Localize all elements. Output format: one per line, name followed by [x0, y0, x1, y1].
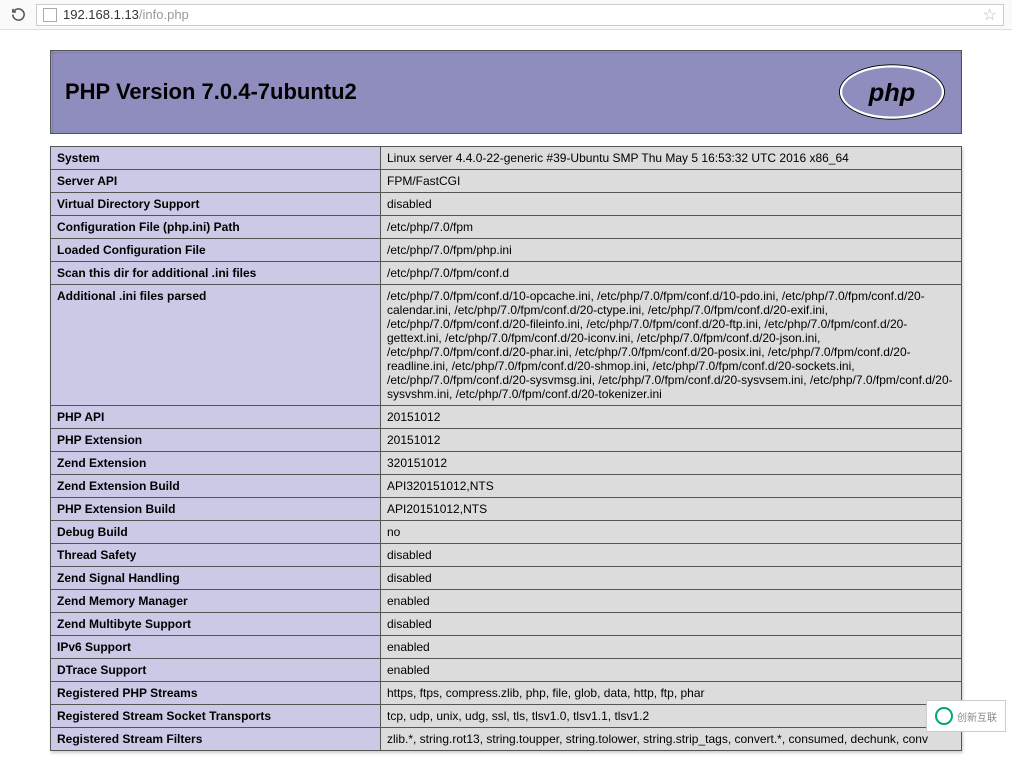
watermark-icon [935, 707, 953, 725]
row-value: Linux server 4.4.0-22-generic #39-Ubuntu… [381, 147, 962, 170]
row-value: API320151012,NTS [381, 475, 962, 498]
row-value: API20151012,NTS [381, 498, 962, 521]
watermark-badge: 创新互联 [926, 700, 1006, 732]
table-row: DTrace Supportenabled [51, 659, 962, 682]
row-key: Configuration File (php.ini) Path [51, 216, 381, 239]
row-key: PHP Extension Build [51, 498, 381, 521]
table-row: Zend Extension320151012 [51, 452, 962, 475]
table-row: Virtual Directory Supportdisabled [51, 193, 962, 216]
table-row: Loaded Configuration File/etc/php/7.0/fp… [51, 239, 962, 262]
table-row: Additional .ini files parsed/etc/php/7.0… [51, 285, 962, 406]
row-value: no [381, 521, 962, 544]
bookmark-star-icon[interactable]: ☆ [983, 5, 997, 25]
browser-toolbar: 192.168.1.13/info.php ☆ [0, 0, 1012, 30]
row-key: Thread Safety [51, 544, 381, 567]
row-value: 20151012 [381, 429, 962, 452]
page-icon [43, 8, 57, 22]
row-value: enabled [381, 659, 962, 682]
table-row: Debug Buildno [51, 521, 962, 544]
table-row: Registered Stream Socket Transportstcp, … [51, 705, 962, 728]
page-content: PHP Version 7.0.4-7ubuntu2 php SystemLin… [0, 30, 1012, 771]
table-row: Zend Memory Managerenabled [51, 590, 962, 613]
row-value: /etc/php/7.0/fpm/php.ini [381, 239, 962, 262]
row-value: disabled [381, 544, 962, 567]
table-row: Thread Safetydisabled [51, 544, 962, 567]
table-row: Registered Stream Filterszlib.*, string.… [51, 728, 962, 751]
row-value: 320151012 [381, 452, 962, 475]
row-key: PHP API [51, 406, 381, 429]
table-row: Configuration File (php.ini) Path/etc/ph… [51, 216, 962, 239]
watermark-text: 创新互联 [957, 709, 997, 724]
row-value: FPM/FastCGI [381, 170, 962, 193]
row-key: IPv6 Support [51, 636, 381, 659]
row-value: /etc/php/7.0/fpm/conf.d [381, 262, 962, 285]
table-row: Server APIFPM/FastCGI [51, 170, 962, 193]
row-key: Virtual Directory Support [51, 193, 381, 216]
row-key: Registered PHP Streams [51, 682, 381, 705]
table-row: Zend Extension BuildAPI320151012,NTS [51, 475, 962, 498]
row-key: Zend Memory Manager [51, 590, 381, 613]
row-value: disabled [381, 567, 962, 590]
row-key: Zend Extension Build [51, 475, 381, 498]
row-value: 20151012 [381, 406, 962, 429]
url-text: 192.168.1.13/info.php [63, 7, 189, 22]
row-value: /etc/php/7.0/fpm [381, 216, 962, 239]
table-row: Zend Multibyte Supportdisabled [51, 613, 962, 636]
table-row: Scan this dir for additional .ini files/… [51, 262, 962, 285]
row-key: Zend Signal Handling [51, 567, 381, 590]
url-bar[interactable]: 192.168.1.13/info.php ☆ [36, 4, 1004, 26]
row-key: System [51, 147, 381, 170]
table-row: PHP Extension BuildAPI20151012,NTS [51, 498, 962, 521]
row-key: Scan this dir for additional .ini files [51, 262, 381, 285]
row-value: enabled [381, 590, 962, 613]
row-key: Zend Multibyte Support [51, 613, 381, 636]
php-version-title: PHP Version 7.0.4-7ubuntu2 [65, 79, 357, 105]
row-key: Server API [51, 170, 381, 193]
row-value: /etc/php/7.0/fpm/conf.d/10-opcache.ini, … [381, 285, 962, 406]
row-value: disabled [381, 193, 962, 216]
row-value: zlib.*, string.rot13, string.toupper, st… [381, 728, 962, 751]
row-key: Debug Build [51, 521, 381, 544]
table-row: Registered PHP Streamshttps, ftps, compr… [51, 682, 962, 705]
table-row: Zend Signal Handlingdisabled [51, 567, 962, 590]
row-value: tcp, udp, unix, udg, ssl, tls, tlsv1.0, … [381, 705, 962, 728]
row-key: Additional .ini files parsed [51, 285, 381, 406]
row-value: enabled [381, 636, 962, 659]
phpinfo-tbody: SystemLinux server 4.4.0-22-generic #39-… [51, 147, 962, 751]
row-key: DTrace Support [51, 659, 381, 682]
row-value: https, ftps, compress.zlib, php, file, g… [381, 682, 962, 705]
table-row: SystemLinux server 4.4.0-22-generic #39-… [51, 147, 962, 170]
row-key: PHP Extension [51, 429, 381, 452]
row-key: Loaded Configuration File [51, 239, 381, 262]
row-key: Zend Extension [51, 452, 381, 475]
phpinfo-header: PHP Version 7.0.4-7ubuntu2 php [50, 50, 962, 134]
row-key: Registered Stream Socket Transports [51, 705, 381, 728]
table-row: PHP API20151012 [51, 406, 962, 429]
php-logo-icon: php [837, 63, 947, 121]
row-value: disabled [381, 613, 962, 636]
table-row: IPv6 Supportenabled [51, 636, 962, 659]
svg-text:php: php [868, 79, 915, 107]
reload-icon [11, 7, 26, 22]
table-row: PHP Extension20151012 [51, 429, 962, 452]
phpinfo-table: SystemLinux server 4.4.0-22-generic #39-… [50, 146, 962, 751]
reload-button[interactable] [8, 5, 28, 25]
row-key: Registered Stream Filters [51, 728, 381, 751]
